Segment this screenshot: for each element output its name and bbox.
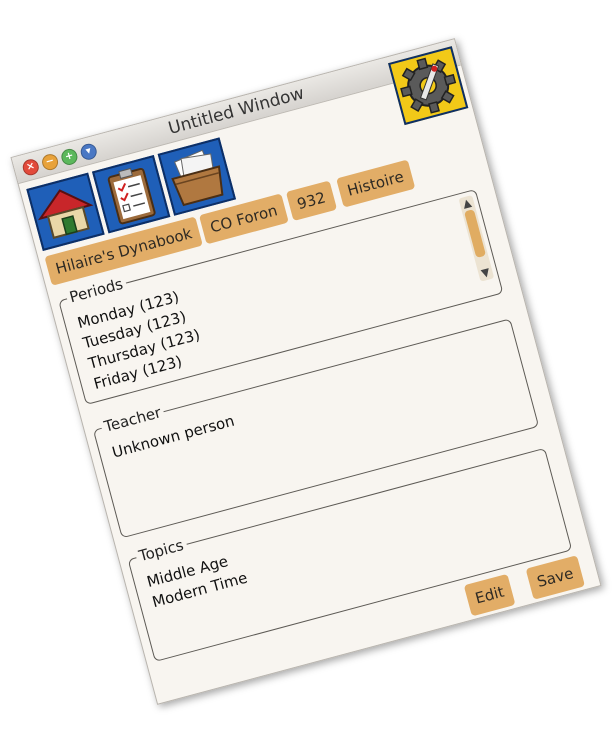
breadcrumb-932[interactable]: 932 [285,180,337,222]
save-button[interactable]: Save [525,555,585,600]
gear-wrench-icon [400,57,457,114]
documents-button[interactable] [157,137,237,216]
main-window: × − + ▾ Untitled Window Hilaire's Dynabo… [10,38,602,705]
clipboard-button[interactable] [91,155,171,234]
clipboard-checklist-icon [107,167,156,225]
scroll-thumb[interactable] [464,209,487,259]
scroll-up-icon[interactable]: ▲ [459,196,476,211]
home-icon [37,189,94,239]
home-button[interactable] [26,172,105,252]
scroll-down-icon[interactable]: ▼ [477,265,494,281]
periods-scrollbar[interactable]: ▲ ▼ [458,195,495,282]
edit-button[interactable]: Edit [463,573,516,617]
topics-legend: Topics [133,535,189,566]
document-box-icon [171,149,224,207]
breadcrumb-histoire[interactable]: Histoire [336,159,415,208]
periods-list: Monday (123) Tuesday (123) Thursday (123… [75,284,208,395]
